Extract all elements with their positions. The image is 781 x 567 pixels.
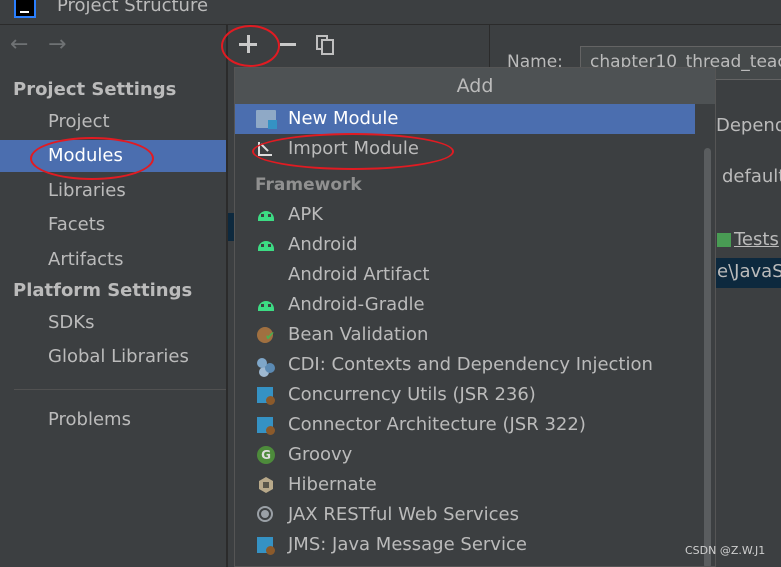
menu-item-label: CDI: Contexts and Dependency Injection [288, 354, 653, 375]
sidebar-item-project[interactable]: Project [0, 106, 226, 138]
javaee-tile-icon [256, 536, 276, 555]
remove-button[interactable] [278, 33, 300, 55]
title-bar: Project Structure [0, 0, 781, 25]
sidebar-item-artifacts[interactable]: Artifacts [0, 244, 226, 276]
menu-item-label: Android [288, 234, 358, 255]
menu-item-android-gradle[interactable]: Android-Gradle [235, 290, 695, 320]
menu-item-label: Android Artifact [288, 264, 430, 285]
cdi-icon [256, 356, 276, 374]
sidebar-item-global-libraries[interactable]: Global Libraries [0, 341, 226, 373]
menu-item-jax-rs[interactable]: JAX RESTful Web Services [235, 500, 695, 530]
watermark-text: CSDN @Z.W.J1 [685, 544, 766, 557]
sidebar-item-sdks[interactable]: SDKs [0, 307, 226, 339]
menu-item-bean-validation[interactable]: Bean Validation [235, 320, 695, 350]
folder-icon [256, 110, 277, 129]
tests-folder-icon [717, 233, 731, 247]
language-level-select[interactable]: default [722, 166, 781, 187]
annotation-circle-modules [30, 137, 154, 180]
sidebar-item-libraries[interactable]: Libraries [0, 175, 226, 207]
sidebar-item-problems[interactable]: Problems [0, 404, 226, 436]
menu-item-label: Connector Architecture (JSR 322) [288, 414, 586, 435]
menu-item-concurrency-utils[interactable]: Concurrency Utils (JSR 236) [235, 380, 695, 410]
android-icon [256, 296, 276, 314]
hibernate-icon [256, 476, 276, 494]
menu-item-android-artifact[interactable]: Android Artifact [235, 260, 695, 290]
menu-item-label: Concurrency Utils (JSR 236) [288, 384, 536, 405]
menu-item-label: JAX RESTful Web Services [288, 504, 519, 525]
content-root-path: e\JavaS [717, 261, 781, 282]
tab-dependencies[interactable]: Depend [716, 115, 781, 136]
groovy-icon [256, 446, 276, 464]
javaee-tile-icon [256, 386, 276, 405]
menu-item-label: Android-Gradle [288, 294, 425, 315]
mark-as-tests-button[interactable]: Tests [734, 229, 779, 250]
menu-item-connector-architecture[interactable]: Connector Architecture (JSR 322) [235, 410, 695, 440]
annotation-circle-add [221, 25, 280, 67]
project-settings-header: Project Settings [13, 79, 177, 100]
menu-item-label: JMS: Java Message Service [288, 534, 527, 555]
android-icon [256, 236, 276, 254]
platform-settings-header: Platform Settings [13, 280, 193, 301]
menu-item-groovy[interactable]: Groovy [235, 440, 695, 470]
android-icon [256, 206, 276, 224]
sidebar-separator [14, 389, 226, 390]
add-popup-title: Add [235, 68, 715, 104]
web-services-icon [256, 506, 276, 524]
menu-item-label: Hibernate [288, 474, 377, 495]
javaee-tile-icon [256, 416, 276, 435]
menu-item-hibernate[interactable]: Hibernate [235, 470, 695, 500]
annotation-circle-import-module [252, 133, 454, 170]
menu-item-apk[interactable]: APK [235, 200, 695, 230]
menu-item-label: APK [288, 204, 323, 225]
popup-scrollbar-thumb[interactable] [704, 148, 711, 566]
copy-button[interactable] [316, 35, 336, 55]
menu-item-label: New Module [288, 108, 399, 129]
forward-arrow-icon[interactable]: → [48, 34, 66, 56]
menu-item-android[interactable]: Android [235, 230, 695, 260]
intellij-logo-icon [14, 0, 36, 18]
back-arrow-icon[interactable]: ← [10, 34, 28, 56]
menu-item-label: Bean Validation [288, 324, 429, 345]
menu-item-label: Groovy [288, 444, 353, 465]
menu-item-cdi[interactable]: CDI: Contexts and Dependency Injection [235, 350, 695, 380]
window-title: Project Structure [57, 0, 209, 16]
sidebar-item-facets[interactable]: Facets [0, 209, 226, 241]
bean-validation-icon [256, 326, 276, 344]
menu-item-new-module[interactable]: New Module [235, 104, 695, 134]
menu-item-jms[interactable]: JMS: Java Message Service [235, 530, 695, 560]
framework-group-header: Framework [255, 175, 362, 195]
